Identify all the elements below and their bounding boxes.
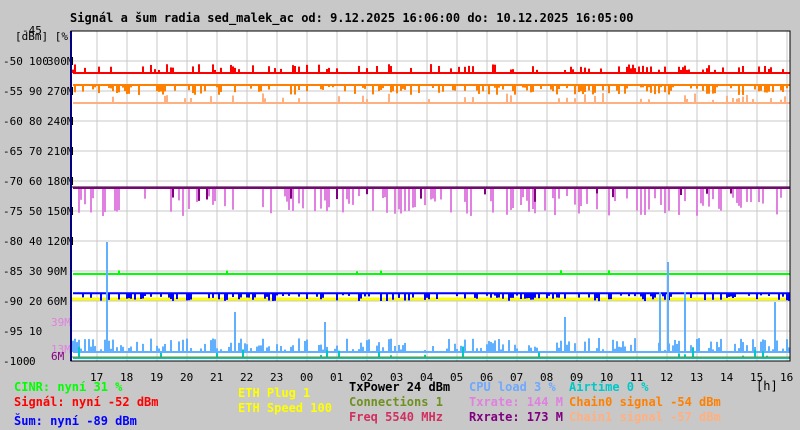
- y-tick-rate: 270M: [47, 85, 74, 98]
- legend-airtime: Airtime 0 %: [569, 380, 649, 394]
- y-tick-pct: 10: [29, 325, 42, 338]
- x-tick: 22: [240, 371, 253, 384]
- legend-chain0: Chain0 signal -54 dBm: [569, 395, 721, 409]
- y-tick-rate: 90M: [47, 265, 67, 278]
- x-tick: 20: [180, 371, 193, 384]
- legend-freq: Freq 5540 MHz: [349, 410, 443, 424]
- plot-area: -50 100300M-55 90 270M-60 80 240M-65 70 210M-70…: [3, 30, 793, 384]
- y-tick-rate: 180M: [47, 175, 74, 188]
- legend-chain1: Chain1 signal -57 dBm: [569, 410, 721, 424]
- y-tick-pct: 0: [29, 355, 36, 368]
- y-tick-rate: 60M: [47, 295, 67, 308]
- legend-noise: Šum: nyní -89 dBm: [14, 414, 137, 428]
- y-tick-pct: 60: [29, 175, 42, 188]
- legend-cpu: CPU load 3 %: [469, 380, 556, 394]
- y-tick-dbm: -70: [3, 175, 23, 188]
- y-tick-pct: 100: [29, 55, 49, 68]
- x-tick: 01: [330, 371, 343, 384]
- legend-connections: Connections 1: [349, 395, 443, 409]
- legend-txpower: TxPower 24 dBm: [349, 380, 451, 394]
- y-tick-pct: 80: [29, 115, 42, 128]
- legend-eth-speed: ETH Speed 100: [238, 401, 332, 415]
- chart-container: Signál a šum radia sed_malek_ac od: 9.12…: [0, 0, 800, 430]
- legend-cinr: CINR: nyní 31 %: [14, 380, 123, 394]
- y-tick-dbm: -55: [3, 85, 23, 98]
- y-tick-rate: 300M: [47, 55, 74, 68]
- rate-mark: 39M: [51, 316, 71, 329]
- y-tick-dbm: -100: [3, 355, 30, 368]
- x-tick: 16: [780, 371, 793, 384]
- x-axis-label: [h]: [756, 379, 778, 393]
- y-tick-dbm: -90: [3, 295, 23, 308]
- y-tick-dbm: -80: [3, 235, 23, 248]
- y-tick-dbm: -95: [3, 325, 23, 338]
- y-tick-rate: 150M: [47, 205, 74, 218]
- y-tick-pct: 90: [29, 85, 42, 98]
- legend-rxrate: Rxrate: 173 M: [469, 410, 563, 424]
- y-tick-dbm: -65: [3, 145, 23, 158]
- x-tick: 14: [720, 371, 734, 384]
- y-tick-dbm: -75: [3, 205, 23, 218]
- y-tick-pct: 50: [29, 205, 42, 218]
- y-tick-dbm: -85: [3, 265, 23, 278]
- y-tick-dbm: -60: [3, 115, 23, 128]
- legend-txrate: Txrate: 144 M: [469, 395, 563, 409]
- rate-mark: 6M: [51, 350, 65, 363]
- x-tick: 05: [450, 371, 463, 384]
- y-tick-pct: 40: [29, 235, 42, 248]
- x-tick: 12: [660, 371, 673, 384]
- y-tick-rate: 240M: [47, 115, 74, 128]
- x-tick: 00: [300, 371, 313, 384]
- legend-eth-plug: ETH Plug 1: [238, 386, 311, 400]
- y-tick-pct: 20: [29, 295, 42, 308]
- x-tick: 19: [150, 371, 163, 384]
- x-tick: 13: [690, 371, 703, 384]
- y-tick-pct: 30: [29, 265, 42, 278]
- y-tick-rate: 120M: [47, 235, 74, 248]
- y-tick-rate: 210M: [47, 145, 74, 158]
- y-tick-pct: 70: [29, 145, 42, 158]
- x-tick: 21: [210, 371, 223, 384]
- x-tick: 23: [270, 371, 283, 384]
- y-tick-dbm: -50: [3, 55, 23, 68]
- legend-signal: Signál: nyní -52 dBm: [14, 395, 159, 409]
